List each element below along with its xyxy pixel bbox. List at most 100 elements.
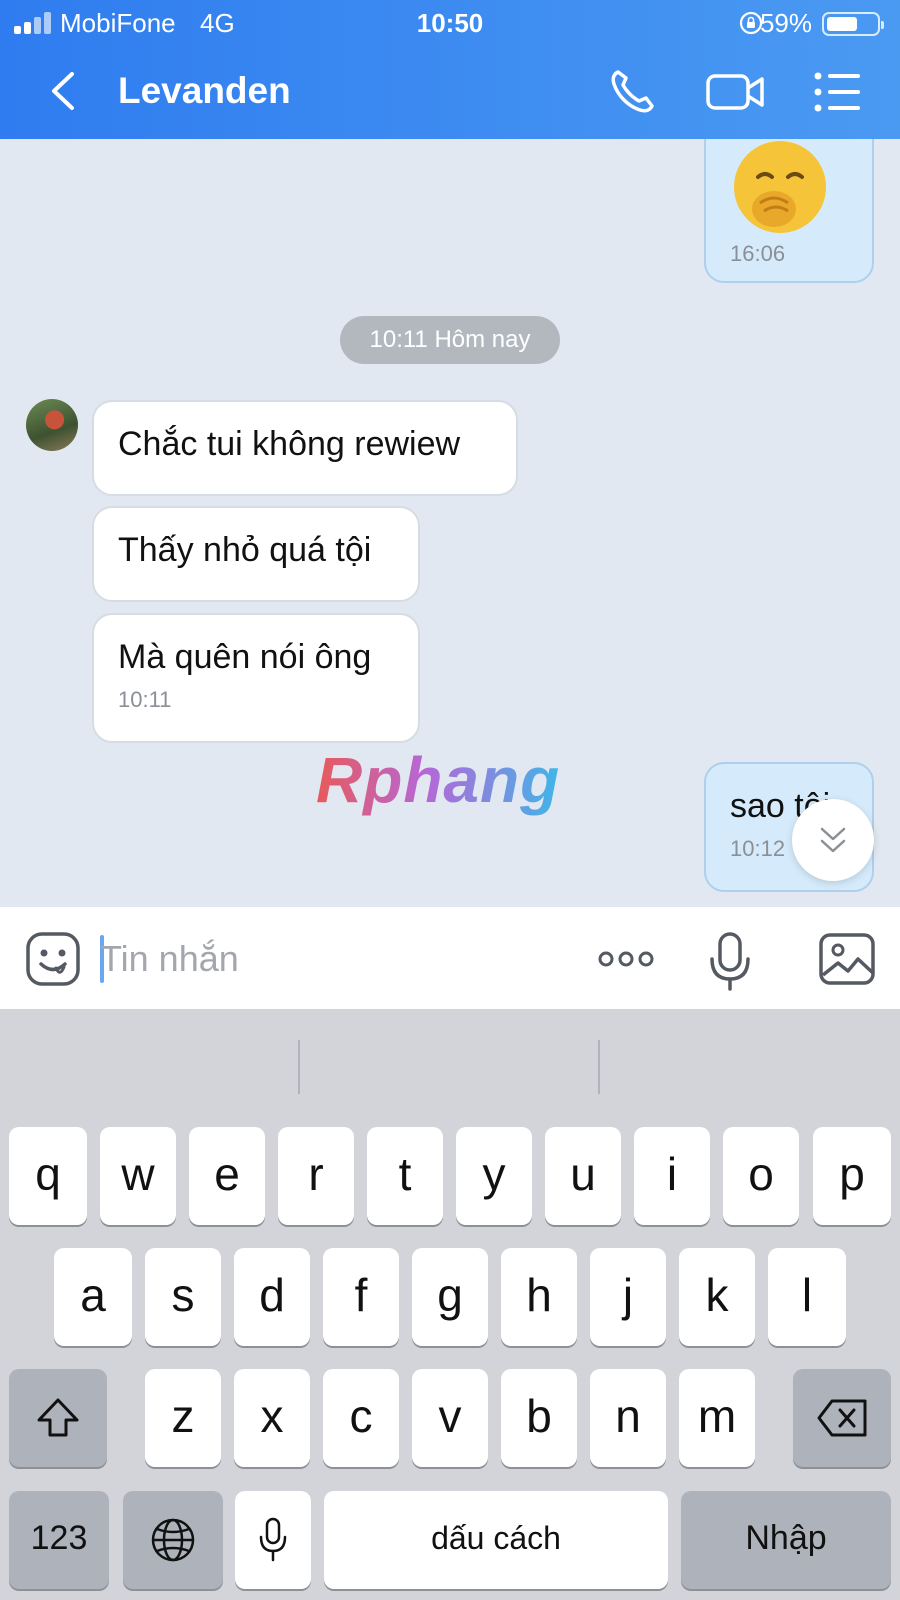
key-d[interactable]: d <box>234 1248 310 1346</box>
suggestion-divider <box>598 1040 600 1094</box>
key-a[interactable]: a <box>54 1248 132 1346</box>
date-separator: 10:11 Hôm nay <box>340 316 560 364</box>
key-j[interactable]: j <box>590 1248 666 1346</box>
message-time: 16:06 <box>730 241 786 266</box>
message-text: Chắc tui không rewiew <box>118 425 461 463</box>
key-label: o <box>748 1148 774 1200</box>
return-key[interactable]: Nhập <box>681 1491 891 1589</box>
key-label: q <box>35 1148 61 1200</box>
incoming-message[interactable]: Mà quên nói ông 10:11 <box>92 613 420 743</box>
key-label: u <box>570 1148 596 1200</box>
key-label: l <box>801 1269 813 1321</box>
menu-button[interactable] <box>810 64 870 120</box>
key-o[interactable]: o <box>723 1127 799 1225</box>
key-label: t <box>398 1148 412 1200</box>
incoming-message[interactable]: Thấy nhỏ quá tội <box>92 506 420 602</box>
shift-arrow-icon <box>37 1398 79 1437</box>
watermark-logo: Rphang <box>316 744 561 816</box>
emoji-button[interactable] <box>24 931 82 987</box>
battery-percent: 59% <box>759 8 812 38</box>
key-u[interactable]: u <box>545 1127 621 1225</box>
key-label: 123 <box>30 1519 88 1557</box>
incoming-message[interactable]: Chắc tui không rewiew <box>92 400 518 496</box>
key-label: j <box>622 1269 634 1321</box>
key-n[interactable]: n <box>590 1369 666 1467</box>
key-g[interactable]: g <box>412 1248 488 1346</box>
space-key[interactable]: dấu cách <box>324 1491 668 1589</box>
video-camera-icon <box>706 74 764 110</box>
key-label: n <box>615 1390 641 1442</box>
key-s[interactable]: s <box>145 1248 221 1346</box>
outgoing-sticker-message[interactable]: 16:06 <box>704 139 874 283</box>
avatar[interactable] <box>26 399 78 451</box>
globe-key[interactable] <box>123 1491 223 1589</box>
key-i[interactable]: i <box>634 1127 710 1225</box>
key-y[interactable]: y <box>456 1127 532 1225</box>
message-list[interactable]: 16:06 10:11 Hôm nay Chắc tui không rewie… <box>0 139 900 907</box>
key-v[interactable]: v <box>412 1369 488 1467</box>
key-q[interactable]: q <box>9 1127 87 1225</box>
key-w[interactable]: w <box>100 1127 176 1225</box>
key-l[interactable]: l <box>768 1248 846 1346</box>
key-r[interactable]: r <box>278 1127 354 1225</box>
contact-name[interactable]: Levanden <box>118 70 291 112</box>
on-screen-keyboard: q w e r t y u i o p a s d f g h j k l z … <box>0 1010 900 1600</box>
key-label: r <box>308 1148 324 1200</box>
shift-key[interactable] <box>9 1369 107 1467</box>
message-input[interactable] <box>100 933 560 985</box>
key-c[interactable]: c <box>323 1369 399 1467</box>
key-label: g <box>437 1269 463 1321</box>
key-k[interactable]: k <box>679 1248 755 1346</box>
key-x[interactable]: x <box>234 1369 310 1467</box>
numbers-key[interactable]: 123 <box>9 1491 109 1589</box>
microphone-icon <box>259 1517 287 1562</box>
phone-icon <box>611 70 654 113</box>
status-bar: MobiFone 4G 10:50 59% <box>0 0 900 46</box>
key-label: i <box>666 1148 678 1200</box>
message-composer <box>0 907 900 1010</box>
double-chevron-down-icon <box>820 827 846 853</box>
message-text: Thấy nhỏ quá tội <box>118 531 372 569</box>
key-h[interactable]: h <box>501 1248 577 1346</box>
back-button[interactable] <box>40 66 90 116</box>
list-menu-icon <box>814 72 860 112</box>
key-z[interactable]: z <box>145 1369 221 1467</box>
key-label: a <box>80 1269 106 1321</box>
key-e[interactable]: e <box>189 1127 265 1225</box>
key-label: y <box>482 1148 506 1200</box>
more-options-button[interactable] <box>596 931 656 987</box>
message-time: 10:11 <box>118 687 172 712</box>
scroll-to-bottom-button[interactable] <box>792 799 874 881</box>
microphone-icon <box>710 932 750 991</box>
key-b[interactable]: b <box>501 1369 577 1467</box>
message-text: Mà quên nói ông <box>118 638 372 676</box>
key-label: k <box>705 1269 729 1321</box>
backspace-key[interactable] <box>793 1369 891 1467</box>
call-button[interactable] <box>604 64 664 120</box>
smiley-icon <box>26 932 80 986</box>
globe-icon <box>151 1518 195 1562</box>
dictation-key[interactable] <box>235 1491 311 1589</box>
key-label: m <box>697 1390 737 1442</box>
key-label: w <box>121 1148 155 1200</box>
video-call-button[interactable] <box>704 64 768 120</box>
battery-icon <box>822 12 884 36</box>
send-image-button[interactable] <box>818 931 876 987</box>
key-label: f <box>354 1269 368 1321</box>
key-label: p <box>839 1148 865 1200</box>
key-f[interactable]: f <box>323 1248 399 1346</box>
key-m[interactable]: m <box>679 1369 755 1467</box>
key-label: s <box>171 1269 195 1321</box>
chevron-left-icon <box>52 72 74 110</box>
key-label: e <box>214 1148 240 1200</box>
key-label: dấu cách <box>431 1520 561 1556</box>
key-label: z <box>171 1390 195 1442</box>
voice-message-button[interactable] <box>704 931 756 991</box>
key-label: c <box>349 1390 373 1442</box>
key-t[interactable]: t <box>367 1127 443 1225</box>
key-label: b <box>526 1390 552 1442</box>
image-icon <box>819 933 875 985</box>
key-p[interactable]: p <box>813 1127 891 1225</box>
suggestion-divider <box>298 1040 300 1094</box>
ellipsis-icon <box>598 951 654 967</box>
